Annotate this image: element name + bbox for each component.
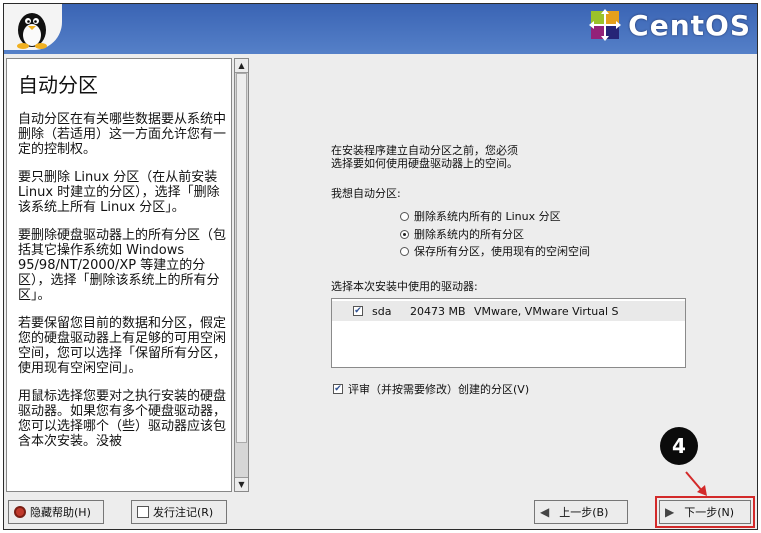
next-button-highlight (655, 496, 755, 528)
drive-list: ✔ sda 20473 MB VMware, VMware Virtual S (331, 298, 686, 368)
help-paragraph: 用鼠标选择您要对之执行安装的硬盘驱动器。如果您有多个硬盘驱动器，您可以选择哪个（… (18, 389, 227, 449)
release-notes-label: 发行注记(R) (153, 506, 214, 519)
drive-name: sda (372, 304, 392, 318)
back-button[interactable]: ◀ 上一步(B) (534, 500, 628, 524)
option-remove-all[interactable]: 删除系统内的所有分区 (400, 226, 524, 242)
radio-icon[interactable] (400, 246, 409, 256)
want-label: 我想自动分区: (331, 187, 401, 200)
radio-icon[interactable] (400, 211, 409, 221)
help-paragraph: 若要保留您目前的数据和分区，假定您的硬盘驱动器上有足够的可用空闲空间，您可以选择… (18, 316, 227, 376)
scroll-thumb[interactable] (236, 73, 247, 443)
hide-help-label: 隐藏帮助(H) (30, 506, 91, 519)
scroll-down-icon[interactable]: ▼ (235, 477, 248, 491)
help-paragraph: 要删除硬盘驱动器上的所有分区（包括其它操作系统如 Windows 95/98/N… (18, 228, 227, 303)
option-keep-all[interactable]: 保存所有分区，使用现有的空闲空间 (400, 243, 590, 259)
back-arrow-icon: ◀ (540, 505, 550, 519)
penguin-icon (17, 13, 47, 49)
tux-logo (4, 4, 62, 50)
centos-emblem-icon (589, 9, 622, 41)
option-remove-linux[interactable]: 删除系统内所有的 Linux 分区 (400, 208, 561, 224)
radio-selected-icon[interactable] (400, 229, 409, 239)
annotation-arrow-icon (685, 471, 707, 496)
scroll-up-icon[interactable]: ▲ (235, 59, 248, 73)
intro-text-2: 选择要如何使用硬盘驱动器上的空间。 (331, 157, 518, 170)
review-label: 评审（并按需要修改）创建的分区(V) (348, 383, 530, 396)
option-label: 删除系统内所有的 Linux 分区 (414, 210, 561, 223)
option-label: 删除系统内的所有分区 (414, 228, 524, 241)
drive-model: VMware, VMware Virtual S (474, 304, 619, 318)
drive-row[interactable]: ✔ sda 20473 MB VMware, VMware Virtual S (332, 301, 685, 321)
review-checkbox-row[interactable]: ✔ 评审（并按需要修改）创建的分区(V) (333, 381, 529, 397)
checkbox-checked-icon[interactable]: ✔ (353, 306, 363, 316)
help-scrollbar[interactable]: ▲ ▼ (234, 58, 249, 492)
notes-icon (137, 506, 149, 518)
option-label: 保存所有分区，使用现有的空闲空间 (414, 245, 590, 258)
help-paragraph: 自动分区在有关哪些数据要从系统中删除（若适用）这一方面允许您有一定的控制权。 (18, 112, 227, 157)
help-title: 自动分区 (18, 73, 98, 97)
help-panel: 自动分区 自动分区在有关哪些数据要从系统中删除（若适用）这一方面允许您有一定的控… (6, 58, 232, 492)
lifebuoy-icon (14, 506, 26, 518)
help-paragraph: 要只删除 Linux 分区（在从前安装 Linux 时建立的分区），选择「删除该… (18, 170, 220, 215)
centos-logo: CentOS (588, 8, 751, 42)
back-label: 上一步(B) (559, 506, 609, 519)
drive-size: 20473 MB (410, 304, 466, 318)
hide-help-button[interactable]: 隐藏帮助(H) (8, 500, 104, 524)
checkbox-checked-icon[interactable]: ✔ (333, 384, 343, 394)
step-badge: 4 (660, 427, 698, 465)
brand-name: CentOS (628, 8, 751, 42)
drive-label: 选择本次安装中使用的驱动器: (331, 280, 478, 293)
release-notes-button[interactable]: 发行注记(R) (131, 500, 227, 524)
